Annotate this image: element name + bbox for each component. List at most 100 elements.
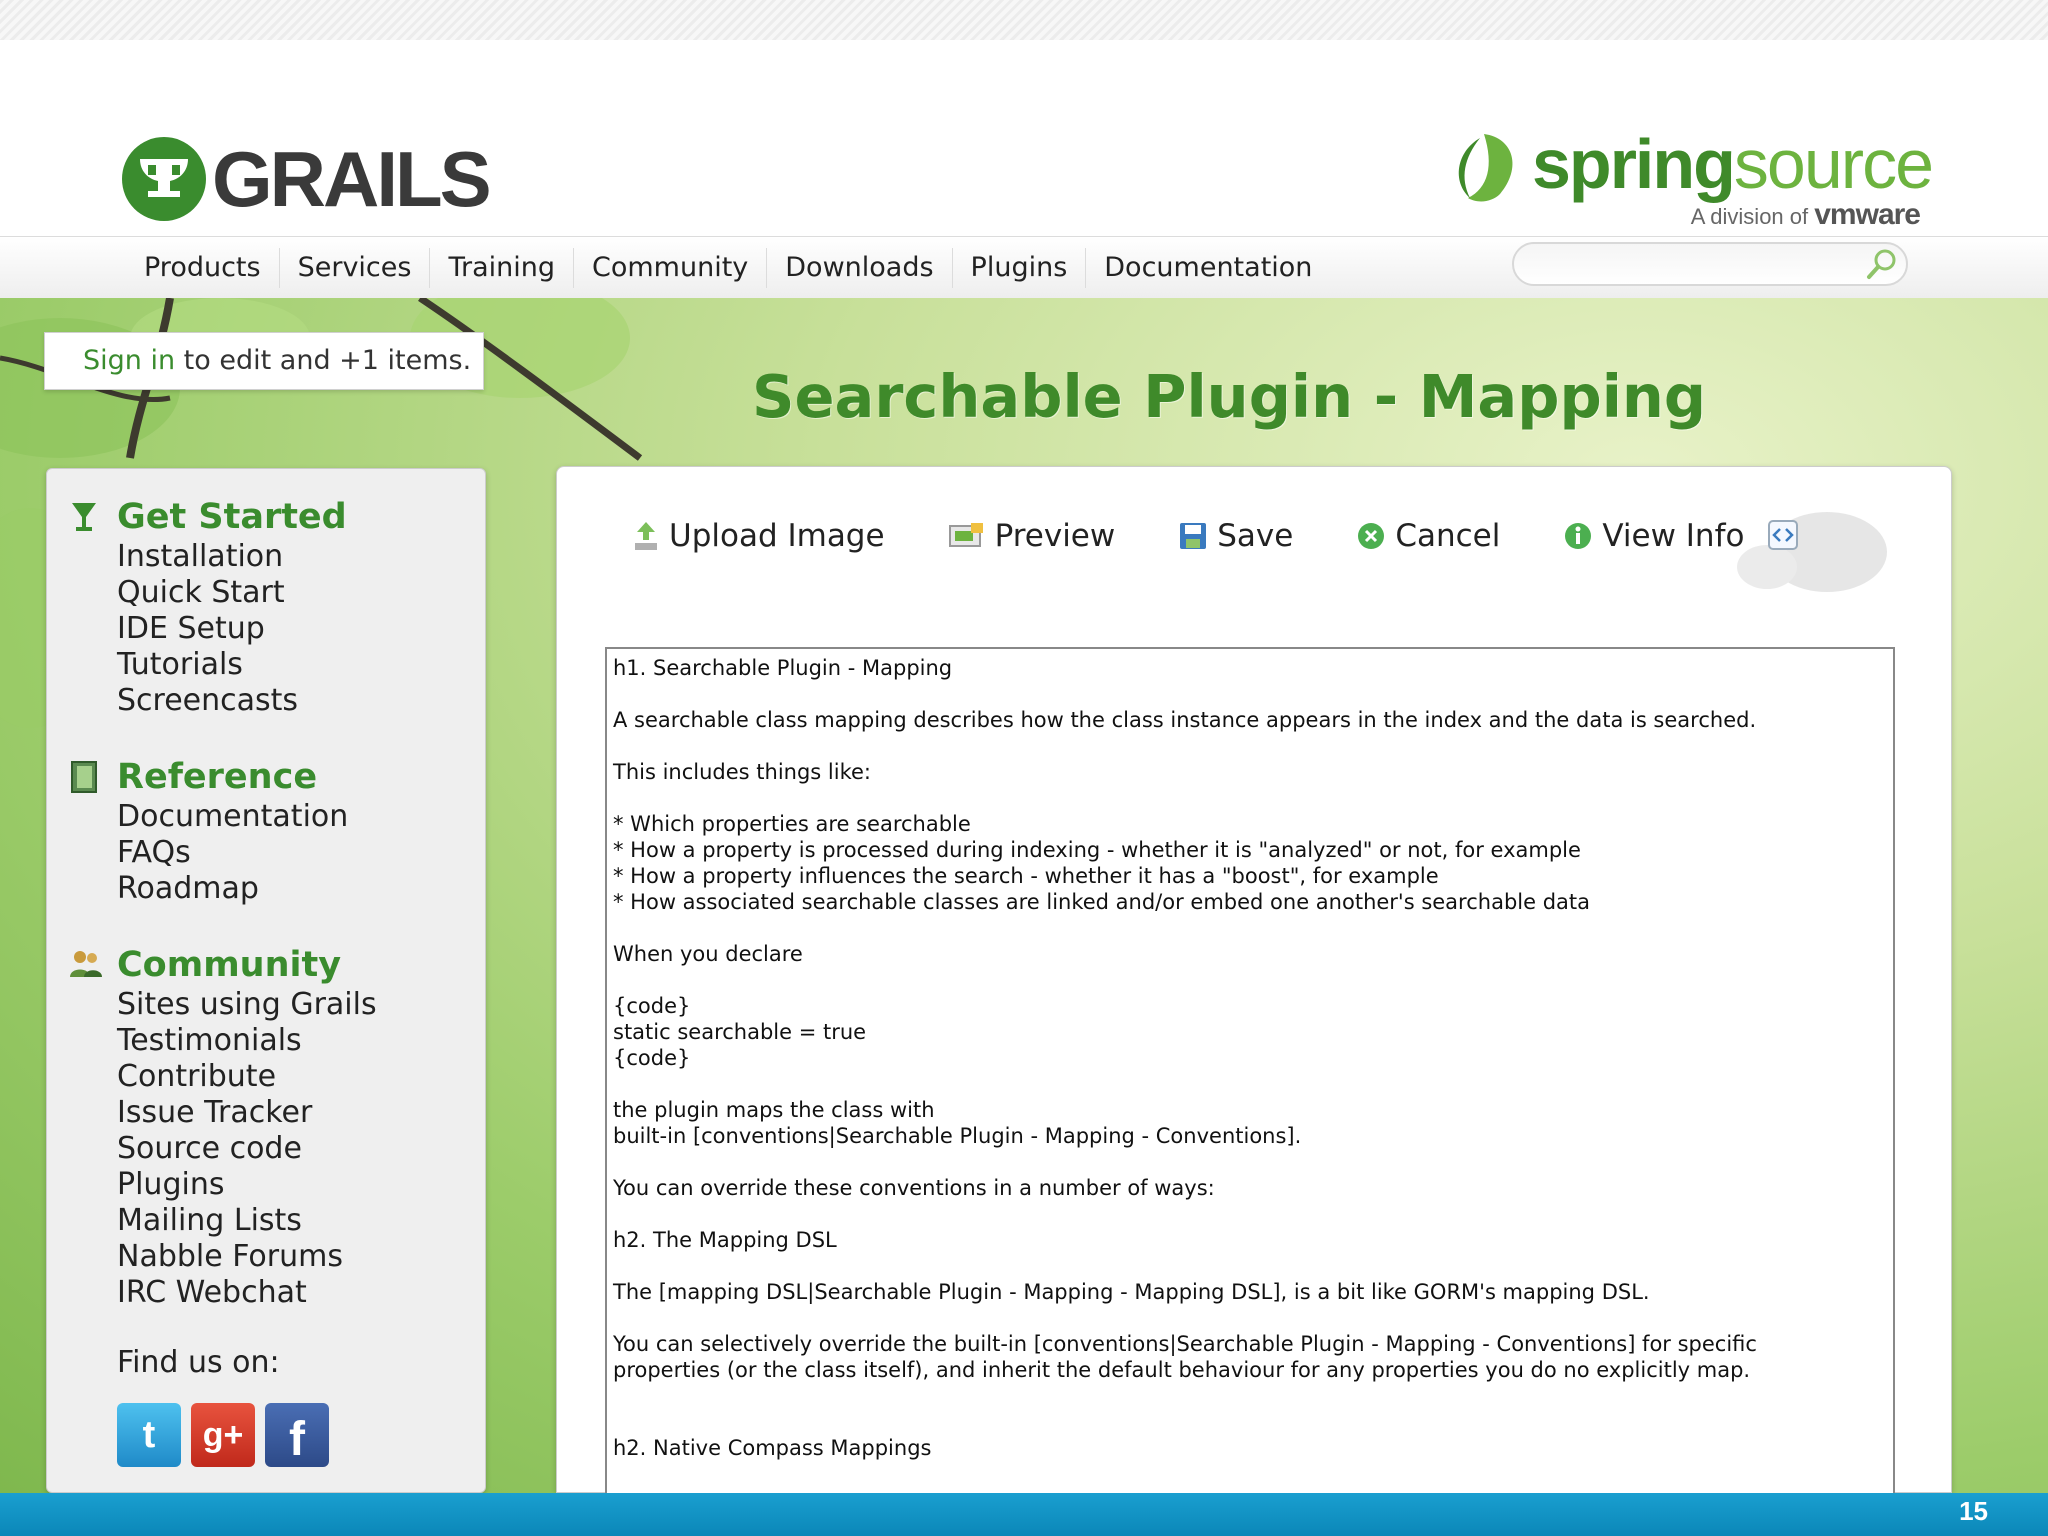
cancel-icon — [1357, 522, 1385, 550]
sidebar-section-community: Community Sites using Grails Testimonial… — [47, 943, 377, 1311]
editor-line: This includes things like: — [613, 760, 871, 784]
sidebar-item-sites-using-grails[interactable]: Sites using Grails — [47, 987, 377, 1023]
sidebar-item-source-code[interactable]: Source code — [47, 1131, 377, 1167]
editor-line: * How a property is processed during ind… — [613, 838, 1581, 862]
nav-products[interactable]: Products — [126, 248, 279, 288]
editor-line: You can selectively override the built-i… — [613, 1332, 1757, 1356]
info-icon — [1564, 522, 1592, 550]
preview-icon — [948, 522, 985, 550]
editor-toolbar: Upload Image Preview Save Cancel View In… — [633, 511, 1808, 561]
springsource-wordmark: springsource — [1532, 125, 1934, 203]
sidebar-item-roadmap[interactable]: Roadmap — [47, 871, 348, 907]
sidebar: Get Started Installation Quick Start IDE… — [46, 468, 486, 1493]
mascot-watermark — [1737, 512, 1887, 592]
sidebar-item-contribute[interactable]: Contribute — [47, 1059, 377, 1095]
top-strip — [0, 0, 2048, 40]
sidebar-item-installation[interactable]: Installation — [47, 539, 347, 575]
signin-link[interactable]: Sign in — [83, 345, 175, 376]
vmware-division: A division of vmware — [1690, 198, 1921, 231]
sidebar-item-documentation[interactable]: Documentation — [47, 799, 348, 835]
sidebar-heading-get-started[interactable]: Get Started — [47, 495, 347, 539]
search-input[interactable] — [1512, 242, 1908, 286]
sidebar-item-ide-setup[interactable]: IDE Setup — [47, 611, 347, 647]
signin-text: to edit and +1 items. — [175, 345, 472, 376]
sidebar-item-mailing-lists[interactable]: Mailing Lists — [47, 1203, 377, 1239]
edit-panel: Upload Image Preview Save Cancel View In… — [556, 466, 1952, 1494]
expand-toolbar-icon[interactable] — [1767, 519, 1799, 551]
nav-training[interactable]: Training — [429, 248, 573, 288]
grails-cup-icon — [122, 137, 206, 221]
book-icon — [71, 761, 97, 793]
grail-icon — [72, 503, 96, 531]
editor-line: the plugin maps the class with — [613, 1098, 935, 1122]
sidebar-item-plugins[interactable]: Plugins — [47, 1167, 377, 1203]
sidebar-heading-community[interactable]: Community — [47, 943, 377, 987]
editor-line: A searchable class mapping describes how… — [613, 708, 1757, 732]
upload-image-button[interactable]: Upload Image — [633, 518, 885, 554]
sidebar-item-screencasts[interactable]: Screencasts — [47, 683, 347, 719]
page-title: Searchable Plugin - Mapping — [752, 362, 1707, 431]
wiki-markup-editor[interactable]: h1. Searchable Plugin - Mapping A searcha… — [605, 647, 1895, 1494]
nav-documentation[interactable]: Documentation — [1085, 248, 1330, 288]
twitter-icon[interactable]: t — [117, 1403, 181, 1467]
nav-services[interactable]: Services — [278, 248, 430, 288]
sidebar-item-faqs[interactable]: FAQs — [47, 835, 348, 871]
signin-notice: Sign in to edit and +1 items. — [44, 332, 484, 390]
editor-line: h2. The Mapping DSL — [613, 1228, 837, 1252]
editor-line: h1. Searchable Plugin - Mapping — [613, 656, 953, 680]
sidebar-section-get-started: Get Started Installation Quick Start IDE… — [47, 495, 347, 719]
sidebar-heading-reference[interactable]: Reference — [47, 755, 348, 799]
nav-plugins[interactable]: Plugins — [951, 248, 1086, 288]
upload-icon — [633, 520, 659, 552]
sidebar-section-reference: Reference Documentation FAQs Roadmap — [47, 755, 348, 907]
editor-line: {code} — [613, 1046, 691, 1070]
preview-button[interactable]: Preview — [948, 518, 1115, 554]
sidebar-item-issue-tracker[interactable]: Issue Tracker — [47, 1095, 377, 1131]
grails-wordmark: GRAILS — [212, 134, 492, 223]
editor-line: * Which properties are searchable — [613, 812, 971, 836]
editor-line: static searchable = true — [613, 1020, 867, 1044]
search-icon[interactable] — [1864, 246, 1900, 282]
slide-footer-bar — [0, 1493, 2048, 1536]
nav-downloads[interactable]: Downloads — [766, 248, 951, 288]
nav-community[interactable]: Community — [573, 248, 766, 288]
editor-line: {code} — [613, 994, 691, 1018]
save-button[interactable]: Save — [1179, 518, 1293, 554]
sidebar-item-irc-webchat[interactable]: IRC Webchat — [47, 1275, 377, 1311]
cancel-button[interactable]: Cancel — [1357, 518, 1500, 554]
grails-logo[interactable]: GRAILS — [122, 134, 492, 224]
editor-line: When you declare — [613, 942, 803, 966]
sidebar-item-quick-start[interactable]: Quick Start — [47, 575, 347, 611]
floppy-disk-icon — [1179, 522, 1207, 550]
sidebar-item-nabble-forums[interactable]: Nabble Forums — [47, 1239, 377, 1275]
view-info-button[interactable]: View Info — [1564, 518, 1744, 554]
spring-leaf-icon — [1458, 134, 1513, 202]
find-us-label: Find us on: — [117, 1345, 280, 1380]
sidebar-item-tutorials[interactable]: Tutorials — [47, 647, 347, 683]
editor-line: The [mapping DSL|Searchable Plugin - Map… — [613, 1280, 1650, 1304]
editor-line: properties (or the class itself), and in… — [613, 1358, 1751, 1382]
google-plus-icon[interactable]: g+ — [191, 1403, 255, 1467]
facebook-icon[interactable]: f — [265, 1403, 329, 1467]
springsource-logo[interactable]: springsource A division of vmware — [1440, 124, 1934, 234]
social-links: t g+ f — [117, 1403, 329, 1467]
nav-menu: Products Services Training Community Dow… — [126, 237, 1330, 299]
people-icon — [70, 951, 102, 977]
editor-line: * How associated searchable classes are … — [613, 890, 1591, 914]
editor-line: You can override these conventions in a … — [613, 1176, 1215, 1200]
sidebar-item-testimonials[interactable]: Testimonials — [47, 1023, 377, 1059]
editor-line: * How a property influences the search -… — [613, 864, 1439, 888]
slide-page-number: 15 — [1959, 1496, 1988, 1526]
